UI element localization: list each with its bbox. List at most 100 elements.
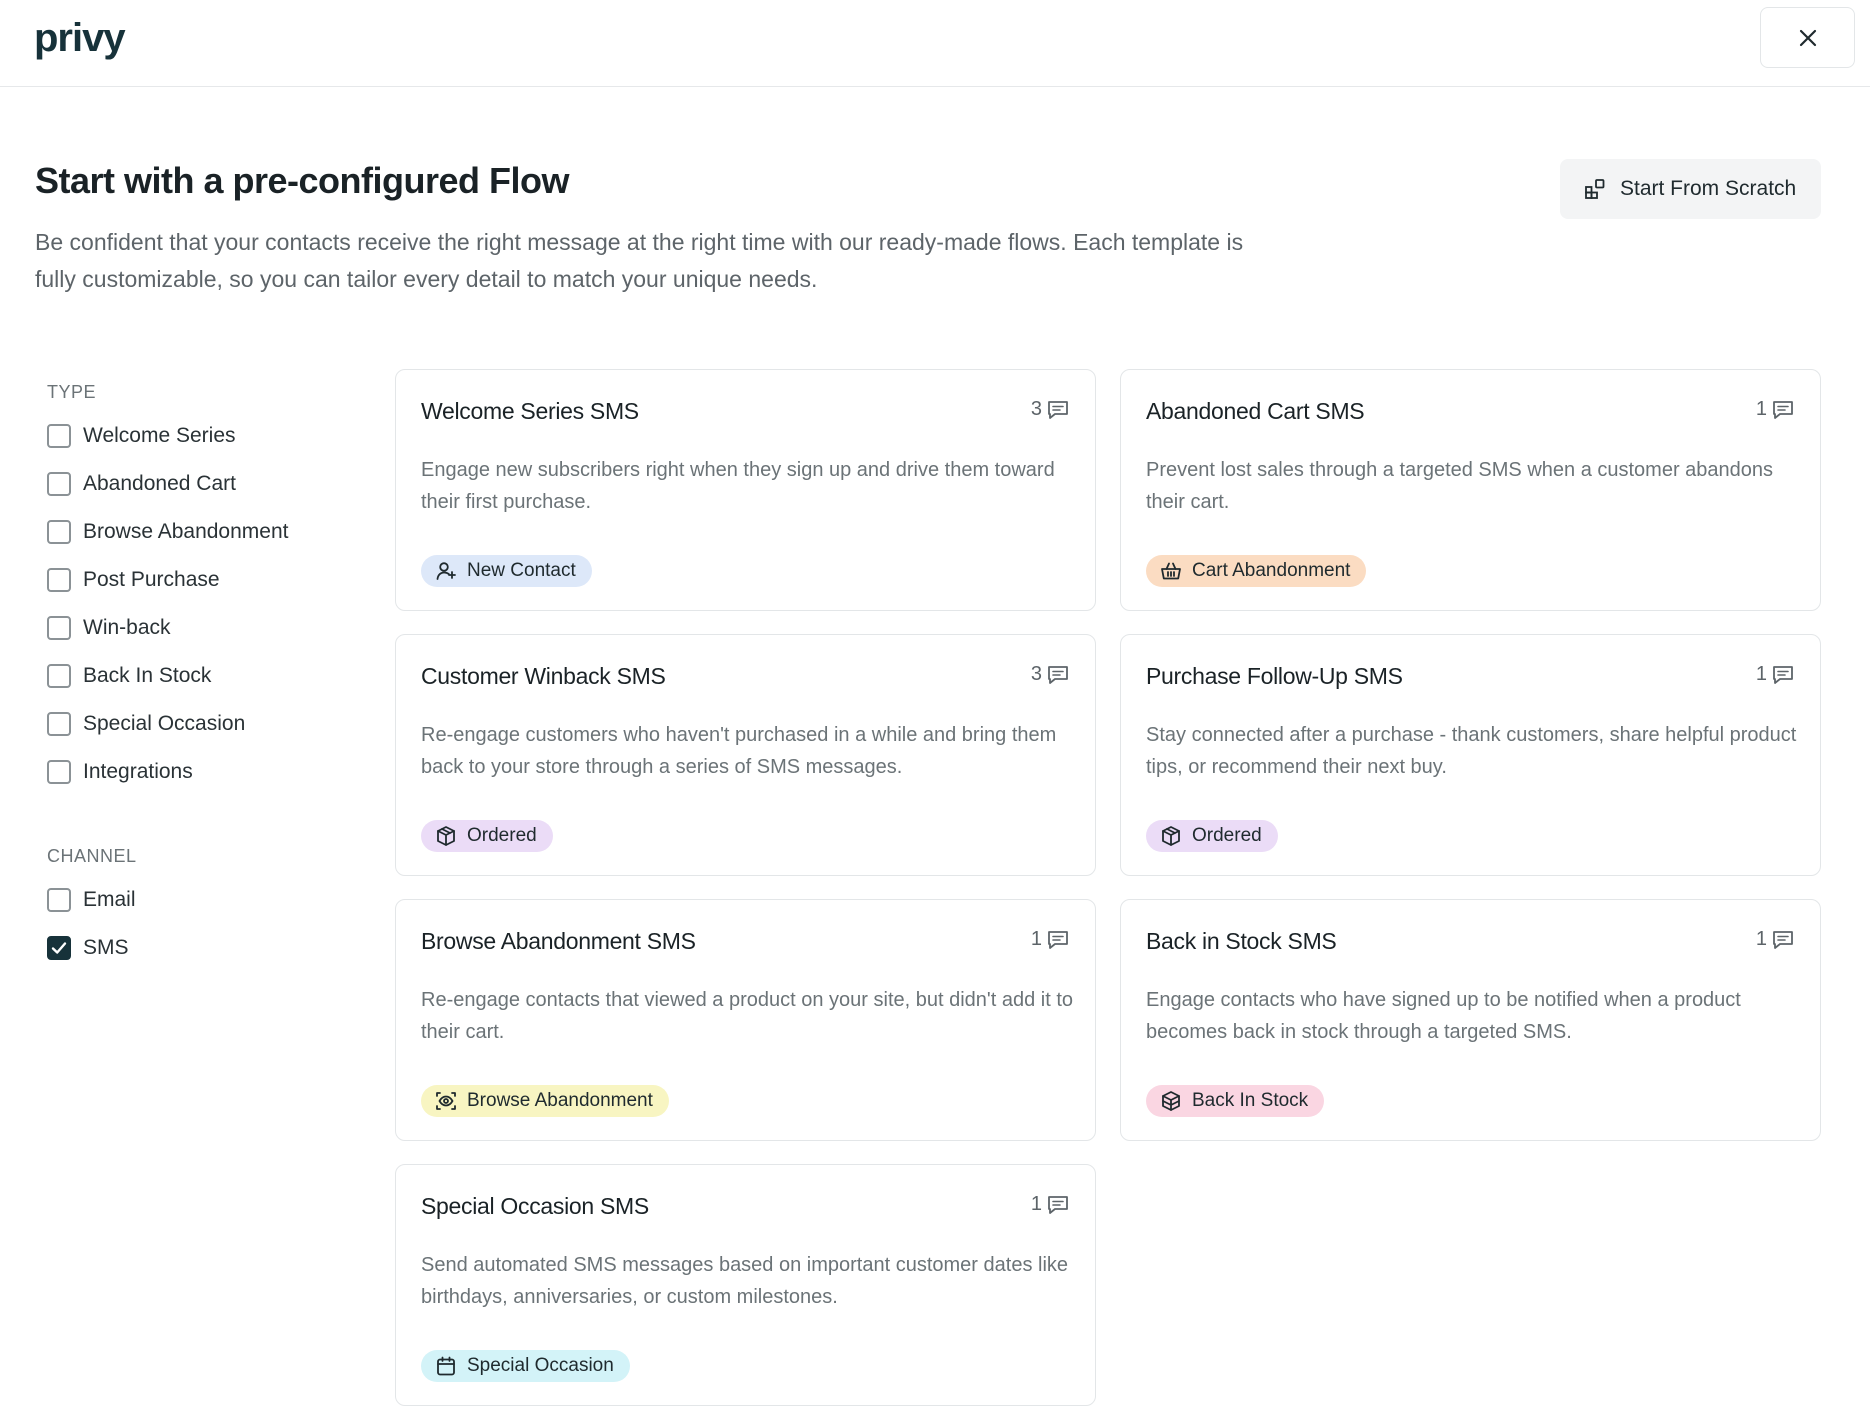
trigger-tag-label: Ordered [1192,825,1262,846]
card-description: Re-engage customers who haven't purchase… [421,724,1057,778]
card-description: Send automated SMS messages based on imp… [421,1254,1069,1308]
trigger-tag-label: New Contact [467,560,576,581]
filter-integrations[interactable]: Integrations [47,748,367,796]
trigger-tag-label: Special Occasion [467,1355,614,1376]
filter-label: SMS [83,936,129,959]
checkbox[interactable] [47,760,71,784]
message-count-value: 1 [1755,398,1767,420]
trigger-tag: Back In Stock [1146,1085,1325,1117]
card-title: Customer Winback SMS [421,663,666,689]
message-count-value: 3 [1030,663,1042,685]
trigger-tag: Cart Abandonment [1146,555,1367,587]
card-title: Special Occasion SMS [421,1193,649,1219]
trigger-tag: New Contact [421,555,592,587]
filter-email[interactable]: Email [47,876,367,924]
message-count-value: 3 [1030,398,1042,420]
filter-post-purchase[interactable]: Post Purchase [47,556,367,604]
filter-label: Welcome Series [83,424,236,447]
filter-label: Email [83,888,136,911]
filter-label: Special Occasion [83,712,246,735]
card-title: Browse Abandonment SMS [421,928,696,954]
filter-label: Win-back [83,616,171,639]
trigger-tag: Special Occasion [421,1350,630,1382]
checkbox[interactable] [47,936,71,960]
checkbox[interactable] [47,520,71,544]
card-description: Engage new subscribers right when they s… [421,459,1055,513]
trigger-tag: Ordered [421,820,553,852]
message-count-value: 1 [1030,1193,1042,1215]
trigger-tag: Browse Abandonment [421,1085,669,1117]
card-description: Engage contacts who have signed up to be… [1146,989,1741,1043]
trigger-tag-label: Ordered [467,825,537,846]
flow-card-special-occasion-sms[interactable]: Special Occasion SMS 1 Send automated SMS … [395,1164,1096,1406]
add-widget-icon [1585,179,1605,199]
privy-logo[interactable]: privy [34,16,126,61]
start-from-scratch-label: Start From Scratch [1620,177,1797,200]
boxes-icon [1160,1090,1182,1112]
checkbox[interactable] [47,664,71,688]
filter-label: Back In Stock [83,664,212,687]
message-count: 1 [1756,928,1795,951]
flow-card-welcome-series-sms[interactable]: Welcome Series SMS 3 Engage new subscriber… [395,369,1096,611]
message-icon [1048,400,1068,419]
message-icon [1773,400,1793,419]
flow-card-abandoned-cart-sms[interactable]: Abandoned Cart SMS 1 Prevent lost sales th… [1120,369,1821,611]
filter-special-occasion[interactable]: Special Occasion [47,700,367,748]
message-count: 3 [1031,663,1070,686]
checkbox[interactable] [47,424,71,448]
message-count-value: 1 [1755,663,1767,685]
message-count: 1 [1756,663,1795,686]
card-title: Purchase Follow-Up SMS [1146,663,1403,689]
card-description: Stay connected after a purchase - thank … [1146,724,1797,778]
trigger-tag: Ordered [1146,820,1278,852]
message-count: 1 [1031,928,1070,951]
message-count: 1 [1031,1193,1070,1216]
message-icon [1048,930,1068,949]
basket-icon [1160,560,1182,582]
calendar-icon [435,1355,457,1377]
checkbox[interactable] [47,712,71,736]
message-count-value: 1 [1030,928,1042,950]
trigger-tag-label: Back In Stock [1192,1090,1309,1111]
check-icon [51,942,67,954]
filter-welcome-series[interactable]: Welcome Series [47,412,367,460]
card-description: Prevent lost sales through a targeted SM… [1146,459,1774,513]
filter-sms[interactable]: SMS [47,924,367,972]
trigger-tag-label: Browse Abandonment [467,1090,653,1111]
filter-win-back[interactable]: Win-back [47,604,367,652]
filter-label: Browse Abandonment [83,520,289,543]
close-button[interactable] [1760,7,1855,68]
message-icon [1773,930,1793,949]
card-title: Abandoned Cart SMS [1146,398,1365,424]
card-title: Welcome Series SMS [421,398,639,424]
flow-card-purchase-follow-up-sms[interactable]: Purchase Follow-Up SMS 1 Stay connected af… [1120,634,1821,876]
filter-sidebar: TYPE Welcome Series Abandoned Cart Browse … [47,372,367,972]
filter-label: Post Purchase [83,568,220,591]
checkbox[interactable] [47,888,71,912]
card-description: Re-engage contacts that viewed a product… [421,989,1074,1043]
page-description: Be confident that your contacts receive … [35,229,1244,292]
filter-back-in-stock[interactable]: Back In Stock [47,652,367,700]
checkbox[interactable] [47,568,71,592]
flow-card-customer-winback-sms[interactable]: Customer Winback SMS 3 Re-engage customers… [395,634,1096,876]
channel-filter-list: Email SMS [47,876,367,972]
message-icon [1048,665,1068,684]
flow-card-back-in-stock-sms[interactable]: Back in Stock SMS 1 Engage contacts who ha… [1120,899,1821,1141]
flow-card-browse-abandonment-sms[interactable]: Browse Abandonment SMS 1 Re-engage contact… [395,899,1096,1141]
filter-abandoned-cart[interactable]: Abandoned Cart [47,460,367,508]
checkbox[interactable] [47,472,71,496]
type-filter-list: Welcome Series Abandoned Cart Browse Aband… [47,412,367,796]
user-plus-icon [435,560,457,582]
start-from-scratch-button[interactable]: Start From Scratch [1560,159,1821,219]
message-count: 1 [1756,398,1795,421]
filter-browse-abandonment[interactable]: Browse Abandonment [47,508,367,556]
page-title: Start with a pre-configured Flow [35,160,570,201]
filter-label: Integrations [83,760,193,783]
close-icon [1799,29,1816,46]
trigger-tag-label: Cart Abandonment [1192,560,1351,581]
package-icon [435,825,457,847]
checkbox[interactable] [47,616,71,640]
message-count-value: 1 [1755,928,1767,950]
message-icon [1048,1195,1068,1214]
message-count: 3 [1031,398,1070,421]
